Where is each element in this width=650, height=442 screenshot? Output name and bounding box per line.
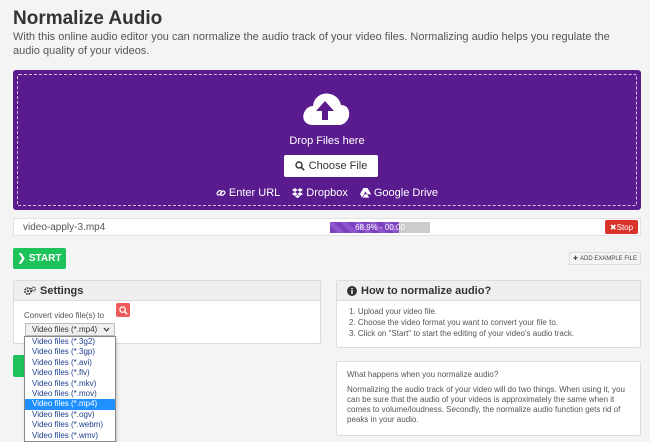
link-icon xyxy=(216,189,226,197)
settings-panel: Settings Convert video file(s) to Video … xyxy=(13,280,321,344)
search-icon xyxy=(118,305,128,315)
format-option[interactable]: Video files (*.mov) xyxy=(25,389,115,399)
format-option[interactable]: Video files (*.webm) xyxy=(25,420,115,430)
how-to-step: 1. Upload your video file. xyxy=(349,307,438,316)
format-option[interactable]: Video files (*.ogv) xyxy=(25,410,115,420)
page-intro: With this online audio editor you can no… xyxy=(13,31,610,57)
google-drive-icon xyxy=(359,188,371,198)
format-option-selected[interactable]: Video files (*.mp4) xyxy=(25,399,115,410)
format-select[interactable]: Video files (*.mp4) xyxy=(25,323,115,336)
info-icon xyxy=(347,285,357,296)
stop-label: Stop xyxy=(616,222,634,232)
add-example-label: ADD EXAMPLE FILE xyxy=(580,255,638,262)
upload-progress-bar: 68.9% - 00:00 xyxy=(330,222,430,233)
close-icon: ✖ xyxy=(609,222,617,232)
format-option[interactable]: Video files (*.3gp) xyxy=(25,347,115,357)
how-to-step: 2. Choose the video format you want to c… xyxy=(349,318,558,327)
format-option[interactable]: Video files (*.3g2) xyxy=(25,337,115,347)
what-happens-question: What happens when you normalize audio? xyxy=(347,370,499,379)
settings-heading: Settings xyxy=(40,284,84,297)
format-select-value: Video files (*.mp4) xyxy=(32,325,98,334)
what-happens-panel: What happens when you normalize audio? N… xyxy=(336,361,641,436)
page-title: Normalize Audio xyxy=(13,8,163,29)
upload-dropzone[interactable]: Drop Files here Choose File Enter URL Dr… xyxy=(13,70,641,210)
how-to-heading: How to normalize audio? xyxy=(361,284,492,297)
start-button[interactable]: ❯ START xyxy=(13,248,66,269)
how-to-panel: How to normalize audio? 1. Upload your v… xyxy=(336,280,641,348)
enter-url-link[interactable]: Enter URL xyxy=(216,187,280,199)
stop-button[interactable]: ✖ Stop xyxy=(605,220,638,234)
format-option[interactable]: Video files (*.wmv) xyxy=(25,431,115,441)
enter-url-label: Enter URL xyxy=(228,187,281,199)
add-example-file-button[interactable]: ✚ ADD EXAMPLE FILE xyxy=(569,252,641,265)
how-to-steps: 1. Upload your video file. 2. Choose the… xyxy=(337,301,640,344)
convert-label: Convert video file(s) to xyxy=(24,311,105,320)
dropbox-link[interactable]: Dropbox xyxy=(292,187,348,199)
plus-icon: ✚ xyxy=(572,256,578,262)
dropbox-icon xyxy=(292,188,304,198)
file-row: video-apply-3.mp4 68.9% - 00:00 ✖ Stop xyxy=(13,218,641,236)
drop-files-text: Drop Files here xyxy=(289,135,365,147)
format-option[interactable]: Video files (*.avi) xyxy=(25,358,115,368)
choose-file-label: Choose File xyxy=(308,160,368,172)
how-to-step: 3. Click on "Start" to start the editing… xyxy=(349,329,575,338)
google-drive-label: Google Drive xyxy=(373,187,439,199)
format-option[interactable]: Video files (*.mkv) xyxy=(25,379,115,389)
progress-text: 68.9% - 00:00 xyxy=(355,223,405,232)
start-label: START xyxy=(28,253,62,264)
chevron-right-icon: ❯ xyxy=(17,253,26,264)
dropbox-label: Dropbox xyxy=(306,187,348,199)
search-icon xyxy=(294,161,305,171)
format-option[interactable]: Video files (*.flv) xyxy=(25,368,115,378)
cloud-upload-icon xyxy=(303,93,350,125)
format-search-button[interactable] xyxy=(116,303,130,317)
chevron-down-icon xyxy=(103,327,110,332)
google-drive-link[interactable]: Google Drive xyxy=(359,187,439,199)
file-name: video-apply-3.mp4 xyxy=(23,222,106,233)
what-happens-answer: Normalizing the audio track of your vide… xyxy=(347,385,625,424)
choose-file-button[interactable]: Choose File xyxy=(284,155,378,177)
format-dropdown-list[interactable]: Video files (*.3g2) Video files (*.3gp) … xyxy=(24,336,116,442)
gears-icon xyxy=(24,286,36,295)
